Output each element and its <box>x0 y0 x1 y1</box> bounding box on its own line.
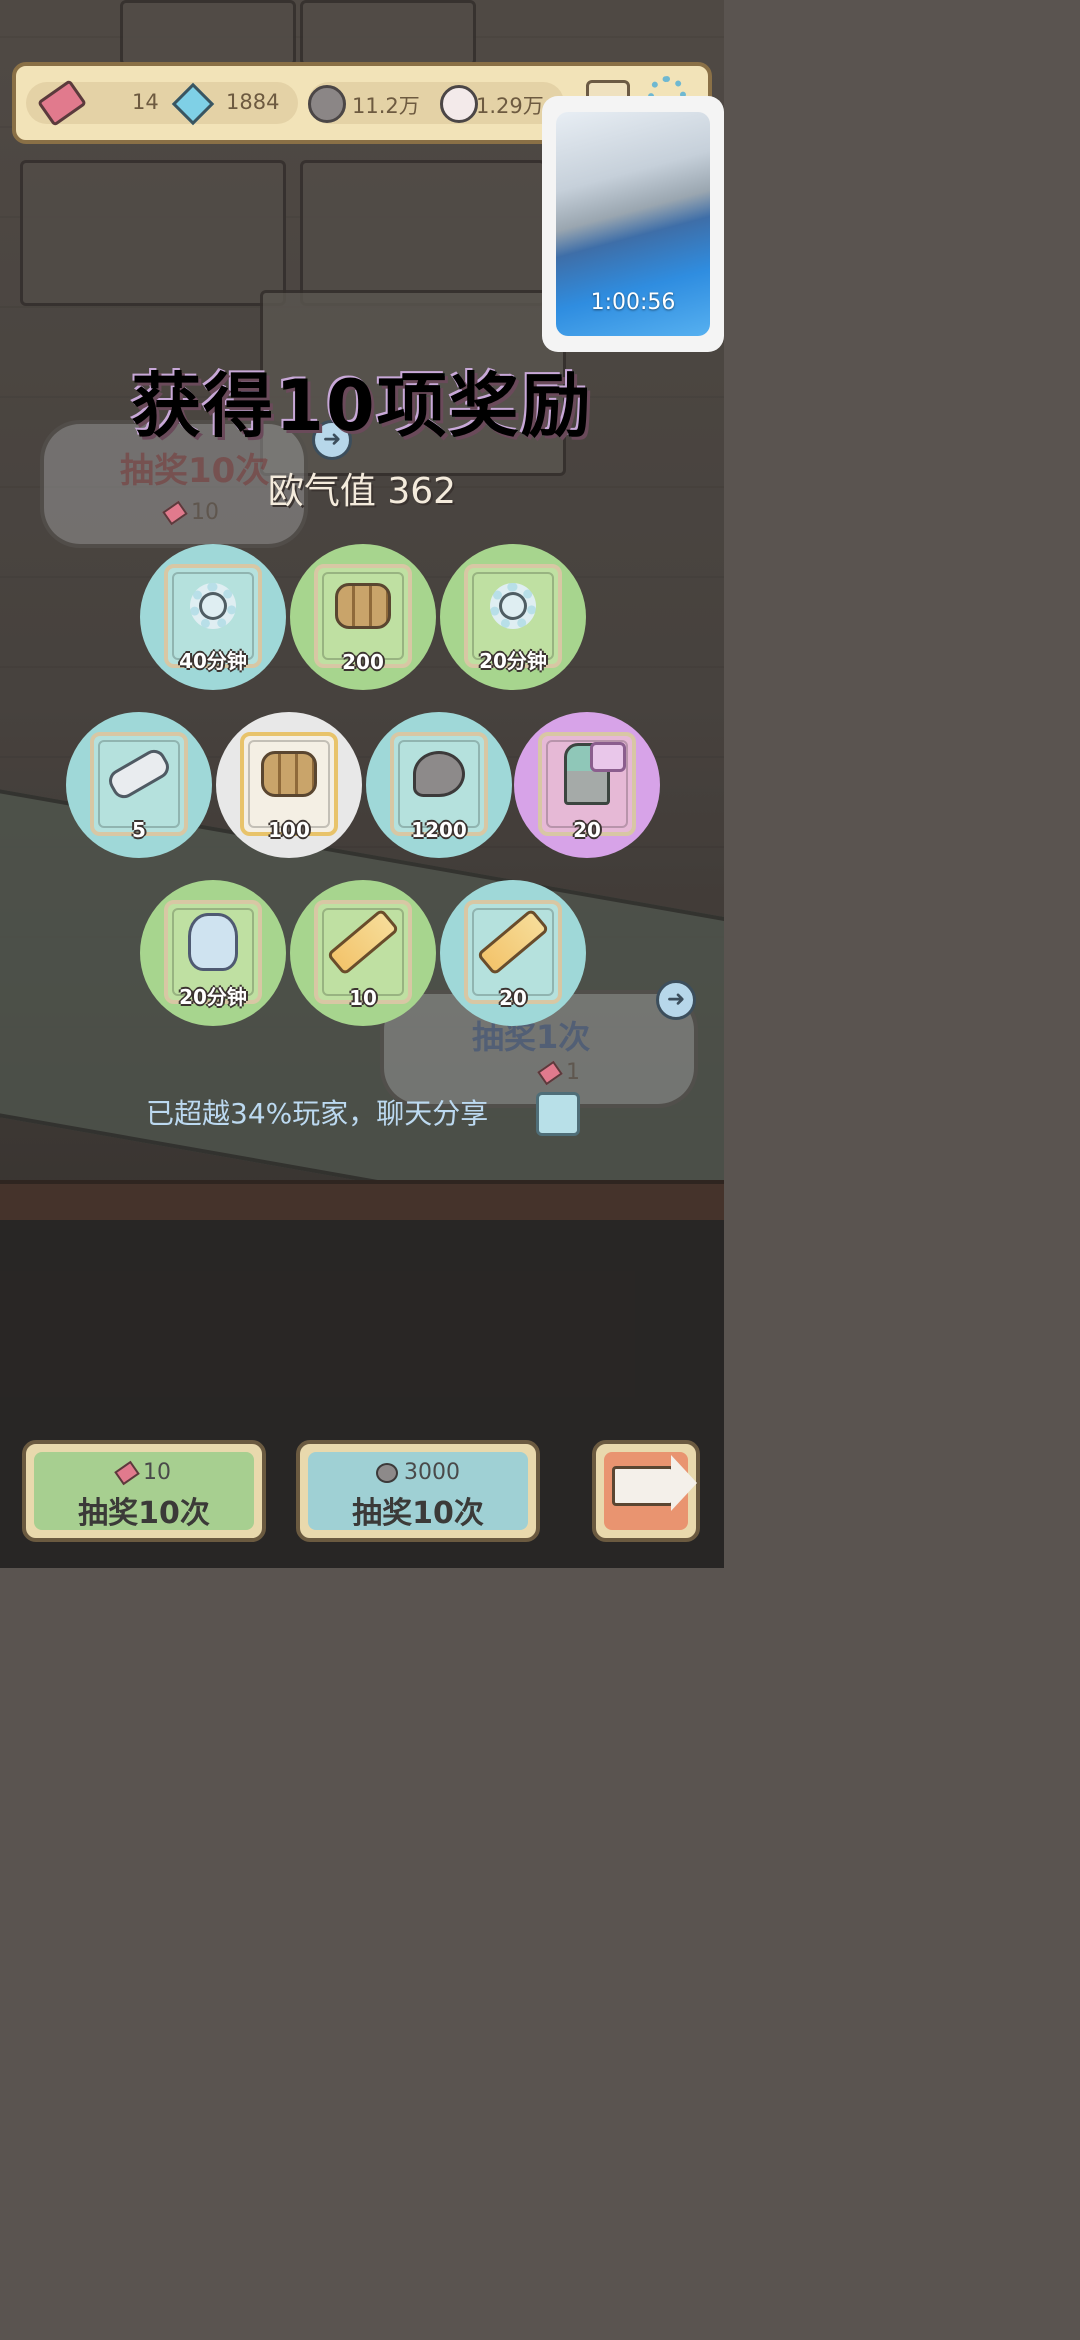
reward-slot[interactable]: 5 <box>66 712 212 858</box>
ghost-icon <box>376 1463 398 1483</box>
pink-ghost-icon <box>440 85 478 123</box>
reward-quantity: 10 <box>349 986 377 1010</box>
button-label: 抽奖10次 <box>352 1496 484 1531</box>
luck-value: 欧气值 362 <box>267 471 457 512</box>
reward-quantity: 40分钟 <box>179 649 247 673</box>
reward-slot[interactable]: 1200 <box>366 712 512 858</box>
draw-ten-currency-button[interactable]: 3000 抽奖10次 <box>296 1440 540 1542</box>
ghost-currency: 11.2万 <box>352 94 420 118</box>
reward-quantity: 5 <box>132 818 146 842</box>
reward-title: 获得10项奖励 <box>0 350 724 451</box>
ticket-icon <box>114 1460 140 1486</box>
ghost-icon <box>308 85 346 123</box>
cost-value: 10 <box>143 1460 171 1485</box>
ticket-count: 14 <box>132 90 159 114</box>
pink-currency: 1.29万 <box>476 94 544 118</box>
logs-icon <box>261 751 317 798</box>
reward-slot[interactable]: 100 <box>216 712 362 858</box>
reward-slot[interactable]: 10 <box>290 880 436 1026</box>
arrow-right-icon <box>612 1455 697 1511</box>
reward-slot[interactable]: 200 <box>290 544 436 690</box>
crystal-count: 1884 <box>226 90 280 114</box>
draw-ten-ticket-button[interactable]: 10 抽奖10次 <box>22 1440 266 1542</box>
reward-quantity: 20 <box>573 818 601 842</box>
next-arrow-button[interactable] <box>592 1440 700 1542</box>
share-icon[interactable] <box>536 1092 580 1136</box>
share-text[interactable]: 已超越34%玩家，聊天分享 <box>146 1092 488 1132</box>
snail-icon <box>188 913 238 972</box>
reward-quantity: 20分钟 <box>479 649 547 673</box>
reward-slot[interactable]: 20 <box>514 712 660 858</box>
button-cost: 3000 <box>300 1460 536 1485</box>
cost-value: 1 <box>566 1060 580 1085</box>
reward-quantity: 100 <box>268 818 310 842</box>
video-timer: 1:00:56 <box>590 290 676 315</box>
button-cost: 10 <box>26 1460 262 1486</box>
reward-title-text: 获得10项奖励 <box>131 365 593 447</box>
currency-pill: 11.2万 1.29万 <box>308 82 564 124</box>
reward-slot[interactable]: 40分钟 <box>140 544 286 690</box>
gear-icon <box>190 583 236 630</box>
reward-quantity: 200 <box>342 650 384 674</box>
cost-value: 3000 <box>404 1460 460 1485</box>
ticket-icon <box>37 79 87 127</box>
ghost-blob-icon <box>413 751 465 798</box>
logs-icon <box>335 583 391 630</box>
background-sign-draw1-cost: 1 <box>537 1060 580 1086</box>
puzzle-piece-icon <box>590 742 626 772</box>
reward-quantity: 20 <box>499 986 527 1010</box>
crystal-icon <box>171 82 215 126</box>
reward-slot[interactable]: 20分钟 <box>440 544 586 690</box>
button-label: 抽奖10次 <box>78 1496 210 1531</box>
reward-slot[interactable]: 20 <box>440 880 586 1026</box>
ticket-crystal-pill: 14 1884 <box>26 79 298 127</box>
video-pip-content: 1:00:56 <box>556 112 710 336</box>
reward-slot[interactable]: 20分钟 <box>140 880 286 1026</box>
arrow-right-icon: ➜ <box>656 980 696 1020</box>
reward-quantity: 20分钟 <box>179 985 247 1009</box>
reward-quantity: 1200 <box>411 818 467 842</box>
ticket-icon <box>537 1060 563 1086</box>
gear-icon <box>490 583 536 630</box>
video-pip-window[interactable]: 1:00:56 <box>542 96 724 352</box>
